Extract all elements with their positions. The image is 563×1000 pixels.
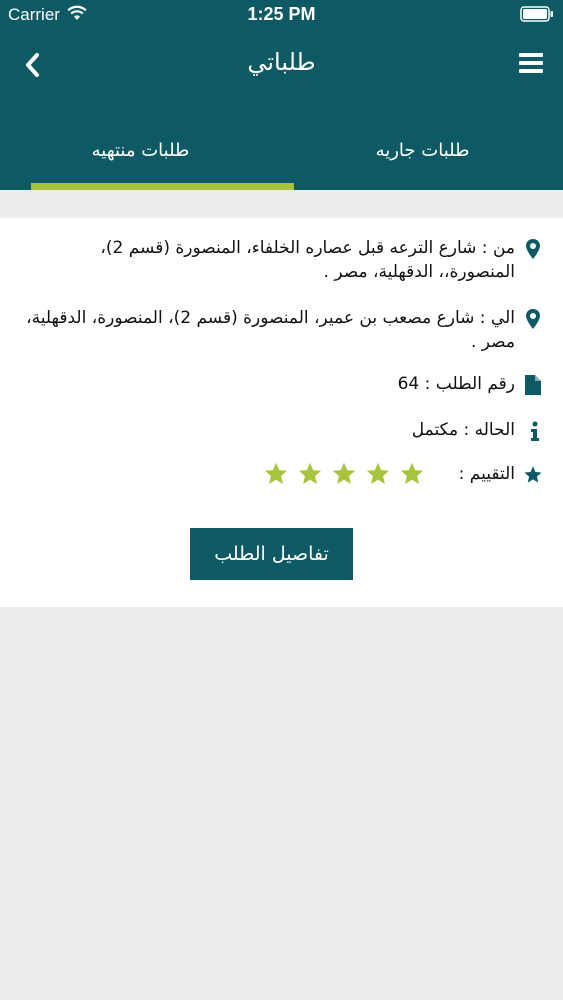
menu-icon [519, 53, 543, 73]
navigation-bar: طلباتي [0, 28, 563, 104]
menu-button[interactable] [519, 53, 543, 77]
rating-star-icon [332, 462, 356, 484]
order-status-row: الحاله : مكتمل [412, 418, 543, 442]
order-to-row: الي : شارع مصعب بن عمير، المنصورة (قسم 2… [20, 306, 543, 354]
location-pin-icon [526, 309, 540, 329]
rating-stars [263, 461, 443, 487]
active-tab-indicator [31, 183, 294, 190]
order-card: من : شارع الترعه قبل عصاره الخلفاء، المن… [0, 218, 563, 607]
status-bar: Carrier 1:25 PM [0, 0, 563, 28]
order-number: رقم الطلب : 64 [397, 374, 515, 394]
page-title: طلباتي [247, 48, 316, 76]
rating-star-icon [264, 462, 288, 484]
tab-bar: طلبات منتهيه طلبات جاريه [0, 104, 563, 190]
battery-icon [520, 6, 553, 22]
order-number-row: رقم الطلب : 64 [398, 372, 543, 396]
order-details-button[interactable]: تفاصيل الطلب [190, 528, 353, 580]
tab-finished-orders[interactable]: طلبات منتهيه [0, 104, 281, 190]
location-pin-icon [526, 239, 540, 259]
rating-star-icon [400, 462, 424, 484]
rating-star-icon [298, 462, 322, 484]
star-icon [524, 466, 542, 483]
rating-star-icon [366, 462, 390, 484]
status-time: 1:25 PM [247, 4, 316, 24]
order-from-row: من : شارع الترعه قبل عصاره الخلفاء، المن… [20, 236, 543, 284]
order-from-address: من : شارع الترعه قبل عصاره الخلفاء، المن… [100, 238, 515, 282]
order-to-address: الي : شارع مصعب بن عمير، المنصورة (قسم 2… [26, 308, 515, 352]
document-icon [525, 375, 541, 395]
info-icon [531, 421, 539, 441]
tab-current-orders[interactable]: طلبات جاريه [282, 104, 563, 190]
order-rating-row: التقييم : [243, 462, 543, 486]
